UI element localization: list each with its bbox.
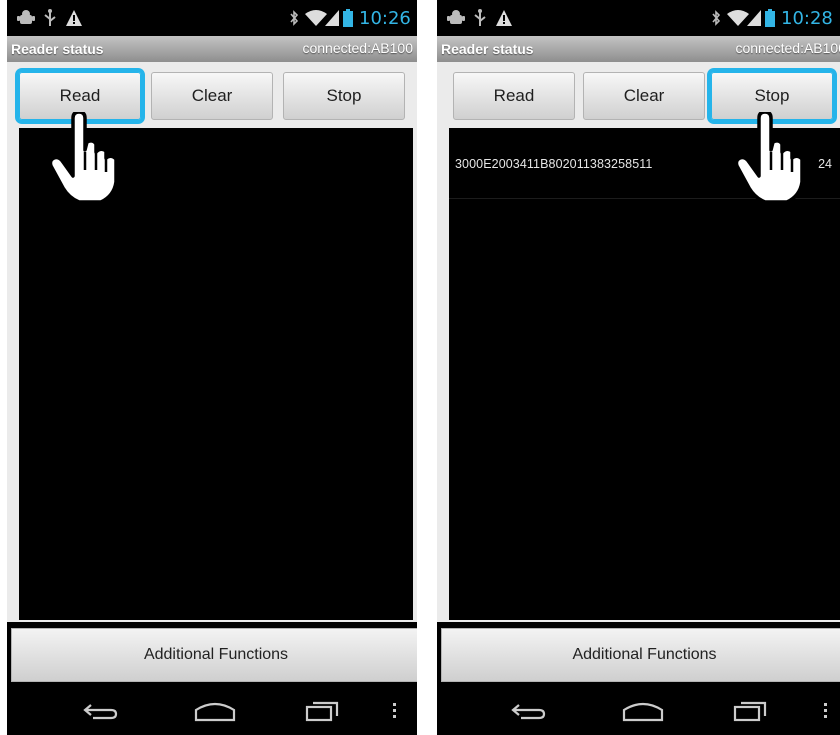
home-icon[interactable] [621,700,665,722]
additional-functions-button[interactable]: Additional Functions [11,628,417,682]
reader-status-label: Reader status [11,41,104,57]
android-debug-icon [17,10,35,24]
connection-status: connected:AB100 [302,40,413,56]
navigation-bar [7,686,417,735]
battery-icon [765,9,775,27]
back-icon[interactable] [509,700,547,722]
status-bar: 10:26 [7,0,417,36]
android-debug-icon [447,10,465,24]
title-bar: Reader status connected:AB100 [7,36,417,62]
tag-epc: 3000E2003411B802011383258511 [455,157,653,171]
bluetooth-icon [290,10,299,26]
clear-button[interactable]: Clear [583,72,705,120]
title-bar: Reader status connected:AB100 [437,36,840,62]
tag-read-count: 24 [818,157,832,171]
additional-functions-button[interactable]: Additional Functions [441,628,840,682]
battery-icon [343,9,353,27]
navigation-bar [437,686,840,735]
warning-icon [66,10,82,26]
warning-icon [496,10,512,26]
stop-button[interactable]: Stop [283,72,405,120]
wifi-icon [727,10,749,26]
menu-icon[interactable] [392,700,398,722]
reader-status-label: Reader status [441,41,534,57]
pointing-hand-icon [49,112,118,204]
recent-apps-icon[interactable] [733,700,769,722]
clock: 10:28 [781,8,833,29]
pointing-hand-icon [735,112,804,204]
connection-status: connected:AB100 [735,40,840,56]
phone-screen-right: 10:28 Reader status connected:AB100 Read… [437,0,840,735]
status-bar: 10:28 [437,0,840,36]
wifi-icon [305,10,327,26]
signal-icon [325,10,339,26]
phone-screen-left: 10:26 Reader status connected:AB100 Read… [7,0,417,735]
clear-button[interactable]: Clear [151,72,273,120]
clock: 10:26 [359,8,411,29]
read-button[interactable]: Read [453,72,575,120]
recent-apps-icon[interactable] [305,700,341,722]
back-icon[interactable] [81,700,119,722]
home-icon[interactable] [193,700,237,722]
bluetooth-icon [712,10,721,26]
signal-icon [747,10,761,26]
menu-icon[interactable] [823,700,829,722]
usb-icon [44,9,56,26]
usb-icon [474,9,486,26]
